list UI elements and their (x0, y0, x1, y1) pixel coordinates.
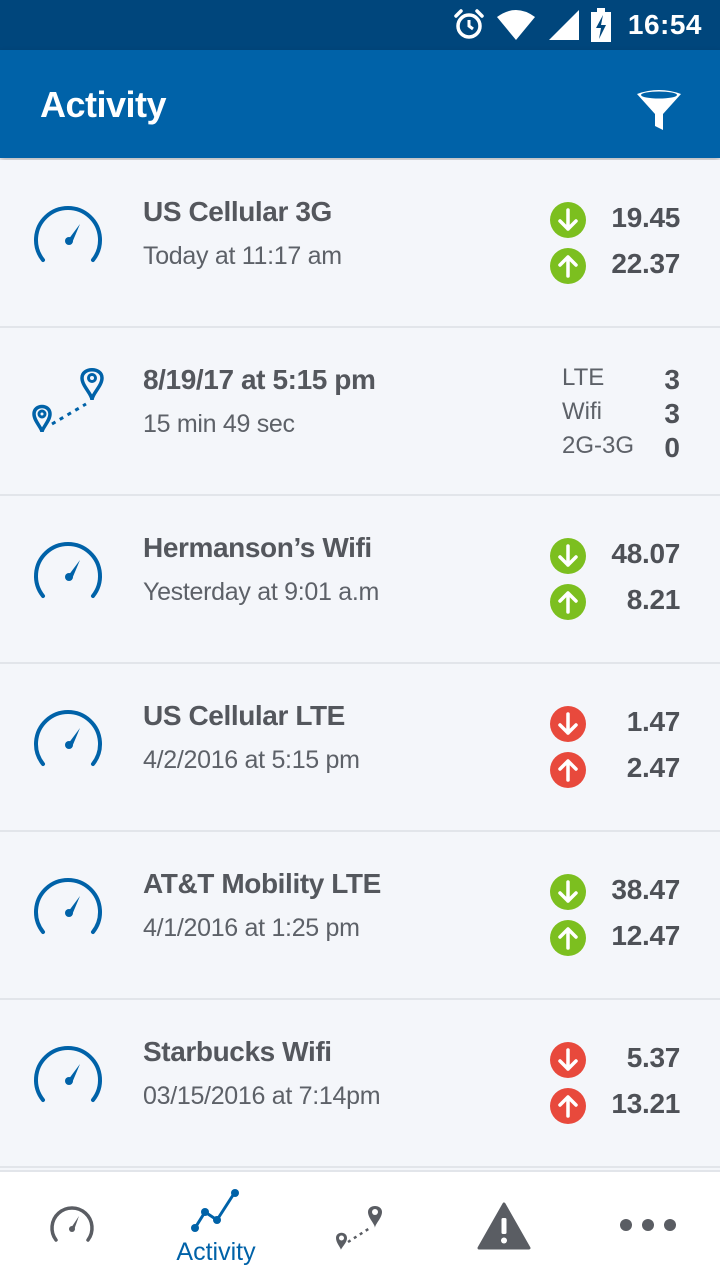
download-value: 19.45 (611, 202, 680, 233)
download-value: 5.37 (626, 1042, 681, 1073)
nav-speed-test[interactable] (0, 1172, 144, 1282)
upload-arrow-icon (550, 1088, 586, 1124)
cell-signal-icon (548, 10, 579, 40)
speedometer-icon (34, 206, 102, 262)
network-count-value: 0 (664, 432, 680, 463)
upload-speed: 22.37 (550, 246, 680, 286)
row-subtitle: 03/15/2016 at 7:14pm (143, 1082, 381, 1110)
speed-test-row[interactable]: US Cellular LTE 4/2/2016 at 5:15 pm 1.47 2.… (0, 664, 720, 832)
warning-icon (477, 1202, 531, 1250)
network-count-row: Wifi 3 (562, 398, 680, 432)
more-icon (620, 1219, 676, 1231)
alarm-icon (454, 9, 484, 39)
nav-activity[interactable]: Activity (144, 1172, 288, 1282)
upload-value: 13.21 (611, 1088, 680, 1119)
row-subtitle: 15 min 49 sec (143, 410, 295, 438)
network-count-row: 2G-3G 0 (562, 432, 680, 466)
route-icon (336, 1206, 382, 1250)
upload-arrow-icon (550, 248, 586, 284)
network-type-label: 2G-3G (562, 432, 635, 459)
row-title: 8/19/17 at 5:15 pm (143, 364, 376, 395)
speed-test-row[interactable]: Hermanson’s Wifi Yesterday at 9:01 a.m 48.… (0, 496, 720, 664)
download-arrow-icon (550, 1042, 586, 1078)
row-title: AT&T Mobility LTE (143, 868, 381, 899)
download-speed: 19.45 (550, 200, 680, 240)
upload-value: 8.21 (626, 584, 681, 615)
download-speed: 38.47 (550, 872, 680, 912)
nav-activity-label: Activity (176, 1238, 256, 1266)
speedometer-icon (34, 878, 102, 934)
wifi-icon (496, 10, 535, 40)
nav-more[interactable] (576, 1172, 720, 1282)
row-subtitle: 4/2/2016 at 5:15 pm (143, 746, 360, 774)
network-counts: LTE 3 Wifi 3 2G-3G 0 (562, 364, 680, 466)
row-subtitle: Today at 11:17 am (143, 242, 342, 270)
nav-alerts[interactable] (432, 1172, 576, 1282)
upload-arrow-icon (550, 752, 586, 788)
upload-value: 2.47 (626, 752, 681, 783)
activity-list[interactable]: US Cellular 3G Today at 11:17 am 19.45 22.3… (0, 160, 720, 1168)
network-type-label: Wifi (562, 398, 602, 425)
upload-speed: 12.47 (550, 918, 680, 958)
download-value: 38.47 (611, 874, 680, 905)
download-arrow-icon (550, 202, 586, 238)
download-speed: 5.37 (550, 1040, 680, 1080)
bottom-nav: Activity (0, 1170, 720, 1282)
speedometer-icon (34, 542, 102, 598)
download-speed: 1.47 (550, 704, 680, 744)
download-value: 48.07 (611, 538, 680, 569)
network-count-value: 3 (664, 398, 680, 429)
page-title: Activity (40, 84, 167, 125)
network-type-label: LTE (562, 364, 605, 391)
battery-icon (590, 8, 611, 42)
filter-icon[interactable] (632, 84, 686, 138)
upload-arrow-icon (550, 584, 586, 620)
activity-chart-icon (191, 1189, 239, 1232)
status-time: 16:54 (627, 9, 702, 40)
row-title: US Cellular LTE (143, 700, 345, 731)
speedometer-icon (50, 1206, 94, 1242)
status-bar: 16:54 (0, 0, 720, 50)
status-icons: 16:54 (452, 0, 702, 50)
download-speed: 48.07 (550, 536, 680, 576)
download-value: 1.47 (626, 706, 681, 737)
trip-row[interactable]: 8/19/17 at 5:15 pm 15 min 49 sec LTE 3 Wifi 3… (0, 328, 720, 496)
row-subtitle: Yesterday at 9:01 a.m (143, 578, 379, 606)
network-count-row: LTE 3 (562, 364, 680, 398)
upload-value: 22.37 (611, 248, 680, 279)
route-icon (32, 368, 104, 433)
nav-trips[interactable] (288, 1172, 432, 1282)
network-count-value: 3 (664, 364, 680, 395)
upload-speed: 8.21 (550, 582, 680, 622)
speed-test-row[interactable]: US Cellular 3G Today at 11:17 am 19.45 22.3… (0, 160, 720, 328)
download-arrow-icon (550, 874, 586, 910)
speed-test-row[interactable]: Starbucks Wifi 03/15/2016 at 7:14pm 5.37 13… (0, 1000, 720, 1168)
speedometer-icon (34, 710, 102, 766)
row-subtitle: 4/1/2016 at 1:25 pm (143, 914, 360, 942)
row-title: US Cellular 3G (143, 196, 332, 227)
upload-value: 12.47 (611, 920, 680, 951)
row-title: Hermanson’s Wifi (143, 532, 372, 563)
row-title: Starbucks Wifi (143, 1036, 332, 1067)
upload-speed: 2.47 (550, 750, 680, 790)
speedometer-icon (34, 1046, 102, 1102)
app-bar: Activity (0, 50, 720, 158)
speed-test-row[interactable]: AT&T Mobility LTE 4/1/2016 at 1:25 pm 38.4… (0, 832, 720, 1000)
download-arrow-icon (550, 538, 586, 574)
upload-arrow-icon (550, 920, 586, 956)
download-arrow-icon (550, 706, 586, 742)
upload-speed: 13.21 (550, 1086, 680, 1126)
